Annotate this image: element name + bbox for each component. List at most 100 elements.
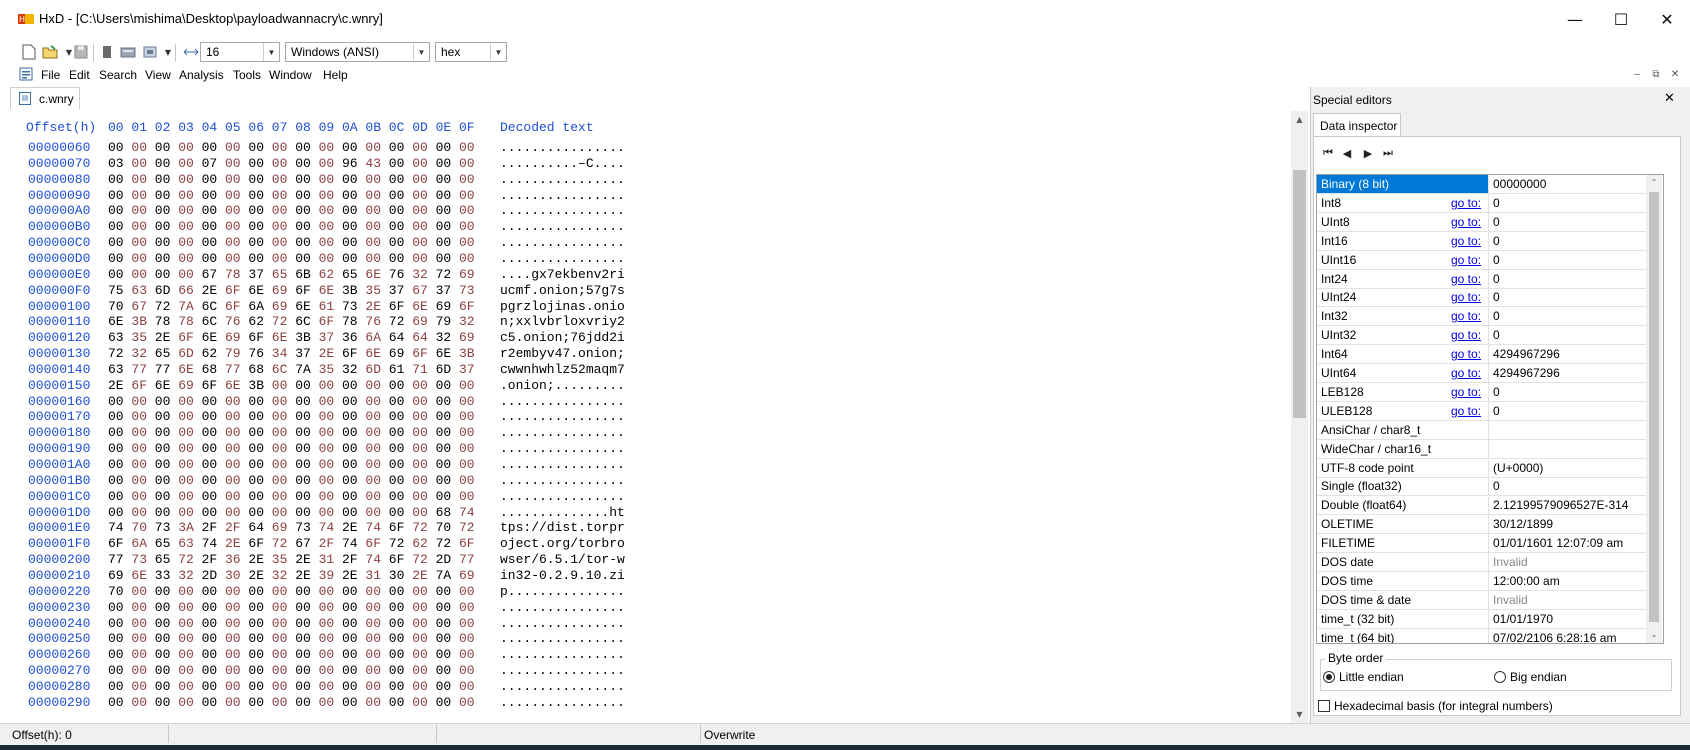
hex-byte[interactable]: 00: [342, 584, 364, 599]
hex-byte[interactable]: 00: [108, 188, 130, 203]
hex-byte[interactable]: 6F: [342, 346, 364, 361]
hex-byte[interactable]: 00: [108, 267, 130, 282]
hex-byte[interactable]: 00: [365, 219, 387, 234]
disk-icon[interactable]: [118, 42, 138, 62]
hex-byte[interactable]: 2E: [342, 520, 364, 535]
hex-byte[interactable]: 00: [178, 631, 200, 646]
hex-byte[interactable]: 00: [459, 219, 481, 234]
hex-byte[interactable]: 00: [248, 600, 270, 615]
hex-byte[interactable]: 00: [225, 251, 247, 266]
hex-byte[interactable]: 00: [459, 473, 481, 488]
hex-byte[interactable]: 00: [319, 647, 341, 662]
decoded-text[interactable]: ................: [500, 647, 625, 662]
hex-byte[interactable]: 00: [202, 441, 224, 456]
hex-byte[interactable]: 6E: [155, 378, 177, 393]
hex-byte[interactable]: 37: [436, 283, 458, 298]
hex-byte[interactable]: 00: [459, 647, 481, 662]
hex-byte[interactable]: 00: [178, 140, 200, 155]
hex-byte[interactable]: 00: [319, 663, 341, 678]
hex-byte[interactable]: 6F: [389, 299, 411, 314]
decoded-text[interactable]: ................: [500, 441, 625, 456]
hex-byte[interactable]: 00: [272, 679, 294, 694]
hex-byte[interactable]: 6D: [155, 283, 177, 298]
hex-byte[interactable]: 6E: [365, 346, 387, 361]
first-icon[interactable]: ⏮: [1320, 145, 1336, 161]
hex-byte[interactable]: 00: [436, 457, 458, 472]
hex-byte[interactable]: 00: [131, 457, 153, 472]
hex-byte[interactable]: 31: [365, 568, 387, 583]
hex-byte[interactable]: 74: [319, 520, 341, 535]
hex-byte[interactable]: 00: [365, 457, 387, 472]
hex-byte[interactable]: 00: [108, 457, 130, 472]
hex-byte[interactable]: 63: [178, 536, 200, 551]
menu-edit[interactable]: Edit: [69, 68, 90, 82]
hex-byte[interactable]: 35: [365, 283, 387, 298]
hex-byte[interactable]: 00: [319, 251, 341, 266]
decoded-text[interactable]: ................: [500, 172, 625, 187]
hex-byte[interactable]: 00: [319, 441, 341, 456]
hex-byte[interactable]: 00: [108, 394, 130, 409]
hex-byte[interactable]: 00: [272, 425, 294, 440]
hex-byte[interactable]: 73: [295, 520, 317, 535]
hex-byte[interactable]: 69: [225, 330, 247, 345]
hex-byte[interactable]: 00: [155, 235, 177, 250]
hex-byte[interactable]: 70: [131, 520, 153, 535]
hex-byte[interactable]: 00: [436, 489, 458, 504]
hex-byte[interactable]: 00: [108, 219, 130, 234]
hex-byte[interactable]: 00: [248, 251, 270, 266]
hex-byte[interactable]: 00: [272, 219, 294, 234]
hex-editor-view[interactable]: Offset(h) 00 01 02 03 04 05 06 07 08 09 0A 0B 0C 0D 0E…: [10, 111, 1310, 723]
hex-byte[interactable]: 00: [365, 425, 387, 440]
hex-byte[interactable]: 00: [436, 584, 458, 599]
hex-byte[interactable]: 00: [319, 489, 341, 504]
hex-byte[interactable]: 00: [272, 584, 294, 599]
decoded-text[interactable]: pgrzlojinas.onio: [500, 299, 625, 314]
hex-byte[interactable]: 69: [272, 299, 294, 314]
hex-byte[interactable]: 00: [225, 647, 247, 662]
hex-byte[interactable]: 69: [459, 568, 481, 583]
hex-byte[interactable]: 00: [202, 663, 224, 678]
hex-byte[interactable]: 78: [342, 314, 364, 329]
menu-search[interactable]: Search: [99, 68, 137, 82]
hex-byte[interactable]: 00: [365, 631, 387, 646]
hex-byte[interactable]: 00: [248, 616, 270, 631]
hex-byte[interactable]: 00: [108, 425, 130, 440]
hex-byte[interactable]: 00: [295, 473, 317, 488]
hex-byte[interactable]: 00: [131, 600, 153, 615]
hex-byte[interactable]: 75: [108, 283, 130, 298]
hex-byte[interactable]: 00: [131, 394, 153, 409]
hex-byte[interactable]: 00: [342, 457, 364, 472]
inspector-row[interactable]: ULEB128 go to: 0: [1317, 401, 1647, 421]
hex-byte[interactable]: 74: [342, 536, 364, 551]
hex-byte[interactable]: 00: [319, 156, 341, 171]
hex-byte[interactable]: 00: [389, 219, 411, 234]
hex-byte[interactable]: 00: [225, 425, 247, 440]
hex-byte[interactable]: 00: [459, 584, 481, 599]
hex-byte[interactable]: 00: [225, 394, 247, 409]
hex-byte[interactable]: 6E: [436, 346, 458, 361]
hex-byte[interactable]: 00: [436, 156, 458, 171]
hex-byte[interactable]: 62: [412, 536, 434, 551]
hex-byte[interactable]: 00: [155, 647, 177, 662]
hex-byte[interactable]: 00: [412, 457, 434, 472]
hex-byte[interactable]: 36: [342, 330, 364, 345]
close-icon[interactable]: ✕: [1644, 0, 1690, 38]
hex-byte[interactable]: 00: [389, 203, 411, 218]
hex-byte[interactable]: 00: [365, 203, 387, 218]
hex-byte[interactable]: 00: [108, 505, 130, 520]
hex-byte[interactable]: 6F: [412, 346, 434, 361]
hex-byte[interactable]: 00: [248, 219, 270, 234]
hex-byte[interactable]: 00: [225, 219, 247, 234]
hex-byte[interactable]: 00: [272, 473, 294, 488]
hex-byte[interactable]: 00: [155, 663, 177, 678]
hex-byte[interactable]: 00: [342, 441, 364, 456]
hex-byte[interactable]: 6E: [248, 283, 270, 298]
hex-byte[interactable]: 00: [131, 631, 153, 646]
hex-byte[interactable]: 3B: [459, 346, 481, 361]
hex-byte[interactable]: 00: [459, 188, 481, 203]
hex-byte[interactable]: 70: [436, 520, 458, 535]
hex-byte[interactable]: 76: [225, 314, 247, 329]
hex-byte[interactable]: 69: [272, 283, 294, 298]
hex-byte[interactable]: 78: [178, 314, 200, 329]
hex-byte[interactable]: 00: [459, 616, 481, 631]
